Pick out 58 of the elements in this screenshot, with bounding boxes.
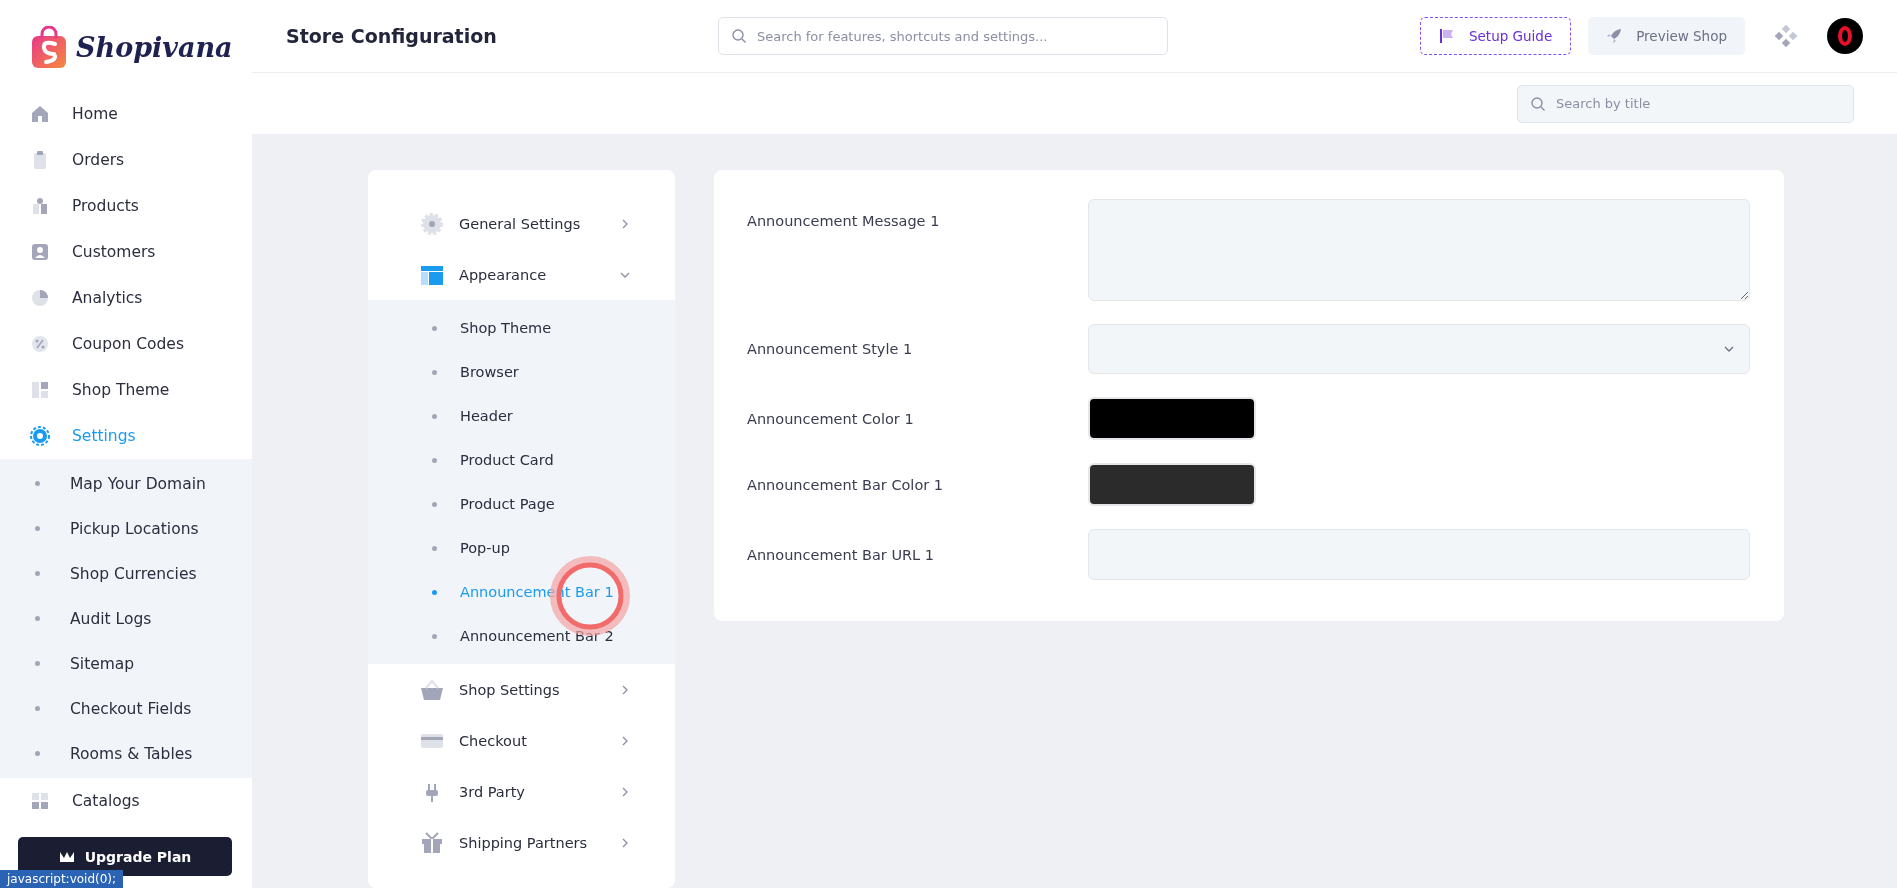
sidebar-subitem[interactable]: Audit Logs bbox=[0, 596, 252, 641]
gift-box-icon bbox=[420, 830, 444, 855]
diamond-dots-icon bbox=[1775, 25, 1797, 47]
settings-submenu-item[interactable]: Announcement Bar 2 bbox=[368, 614, 675, 658]
contact-card-icon bbox=[30, 242, 50, 262]
sidebar-subitem[interactable]: Sitemap bbox=[0, 641, 252, 686]
field-label: Announcement Message 1 bbox=[747, 212, 941, 229]
sidebar-subitem[interactable]: Pickup Locations bbox=[0, 506, 252, 551]
color-swatch[interactable] bbox=[1088, 397, 1256, 440]
sidebar-item[interactable]: Products bbox=[0, 183, 252, 229]
grid-icon bbox=[30, 791, 50, 811]
preview-shop-button[interactable]: Preview Shop bbox=[1588, 17, 1745, 55]
sidebar-subitem[interactable]: Checkout Fields bbox=[0, 686, 252, 731]
page-title: Store Configuration bbox=[286, 25, 498, 47]
sidebar-item[interactable]: Shop Theme bbox=[0, 367, 252, 413]
pie-chart-icon bbox=[30, 288, 50, 308]
settings-menu-item[interactable]: Shipping Partners bbox=[368, 817, 675, 868]
sidebar-item[interactable]: Customers bbox=[0, 229, 252, 275]
sidebar-item[interactable]: Catalogs bbox=[0, 778, 252, 824]
settings-submenu-item[interactable]: Shop Theme bbox=[368, 306, 675, 350]
url-input[interactable] bbox=[1088, 529, 1750, 580]
setup-guide-button[interactable]: Setup Guide bbox=[1419, 17, 1572, 55]
color-swatch[interactable] bbox=[1088, 463, 1256, 506]
sidebar-subitem[interactable]: Shop Currencies bbox=[0, 551, 252, 596]
sidebar-item[interactable]: Home bbox=[0, 91, 252, 137]
gear-icon bbox=[420, 211, 444, 236]
settings-submenu-item[interactable]: Browser bbox=[368, 350, 675, 394]
field-label: Announcement Bar URL 1 bbox=[747, 546, 935, 563]
percent-badge-icon bbox=[30, 334, 50, 354]
sidebar-item[interactable]: Analytics bbox=[0, 275, 252, 321]
settings-submenu-item[interactable]: Product Page bbox=[368, 482, 675, 526]
settings-menu-item[interactable]: Shop Settings bbox=[368, 664, 675, 715]
settings-submenu-item[interactable]: Product Card bbox=[368, 438, 675, 482]
link-preview-tooltip: javascript:void(0); bbox=[0, 870, 124, 888]
search-icon bbox=[731, 28, 747, 44]
settings-submenu-item[interactable]: Header bbox=[368, 394, 675, 438]
settings-menu-item[interactable]: General Settings bbox=[368, 198, 675, 249]
sidebar-item[interactable]: Orders bbox=[0, 137, 252, 183]
sidebar-subitem[interactable]: Map Your Domain bbox=[0, 461, 252, 506]
layout-icon bbox=[30, 380, 50, 400]
settings-menu-item[interactable]: 3rd Party bbox=[368, 766, 675, 817]
avatar-icon[interactable] bbox=[1827, 18, 1863, 54]
field-label: Announcement Style 1 bbox=[747, 341, 914, 357]
field-label: Announcement Bar Color 1 bbox=[747, 476, 945, 493]
settings-icon bbox=[30, 426, 50, 446]
settings-menu-item[interactable]: Checkout bbox=[368, 715, 675, 766]
sidebar-item[interactable]: Coupon Codes bbox=[0, 321, 252, 367]
field-label: Announcement Color 1 bbox=[747, 410, 915, 427]
flag-icon bbox=[1438, 28, 1455, 44]
sidebar-subitem[interactable]: Rooms & Tables bbox=[0, 731, 252, 776]
rocket-icon bbox=[1606, 28, 1623, 44]
settings-menu-item[interactable]: Appearance bbox=[368, 249, 675, 300]
settings-submenu-item[interactable]: Pop-up bbox=[368, 526, 675, 570]
basket-icon bbox=[420, 677, 444, 702]
shopping-bag-logo-icon bbox=[30, 25, 68, 70]
brand-name: Shopivana bbox=[76, 32, 233, 63]
search-icon bbox=[1530, 95, 1546, 112]
house-icon bbox=[30, 104, 50, 124]
